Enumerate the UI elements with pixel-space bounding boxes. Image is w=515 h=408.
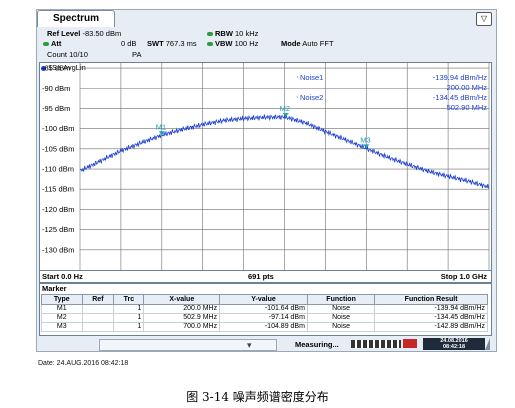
marker-label: M1 [156, 122, 166, 131]
cell-function: Noise [306, 322, 376, 332]
cell-function-result: -139.94 dBm/Hz [374, 304, 488, 314]
col-x-value: X-value [143, 294, 221, 305]
resize-grip-icon[interactable] [485, 338, 490, 350]
cell-y-value: -97.14 dBm [219, 313, 308, 323]
noise2-level: -134.45 dBm/Hz [432, 93, 487, 102]
marker-table-panel: Marker Type Ref Trc X-value Y-value Func… [39, 283, 492, 336]
col-y-value: Y-value [219, 294, 308, 305]
cell-x-value: 700.0 MHz [143, 322, 221, 332]
col-trc: Trc [113, 294, 145, 305]
cell-trc: 1 [113, 313, 145, 323]
noise1-level: -139.94 dBm/Hz [432, 73, 487, 82]
x-axis-footer: Start 0.0 Hz 691 pts Stop 1.0 GHz [39, 270, 492, 283]
stop-frequency: Stop 1.0 GHz [440, 272, 487, 281]
cell-function: Noise [306, 313, 376, 323]
cell-x-value: 200.0 MHz [143, 304, 221, 314]
marker-symbol [282, 113, 289, 118]
table-row[interactable]: M1 1 200.0 MHz -101.64 dBm Noise -139.94… [41, 304, 488, 314]
figure-caption: 图 3-14 噪声频谱密度分布 [186, 390, 329, 404]
noise2-name: Noise2 [300, 93, 324, 102]
marker-table-title: Marker [40, 284, 491, 294]
cell-ref [81, 313, 115, 323]
cell-y-value: -101.64 dBm [219, 304, 308, 314]
timestamp-box: 24.08.2016 08:42:18 [423, 338, 485, 350]
table-row[interactable]: M2 1 502.9 MHz -97.14 dBm Noise -134.45 … [41, 313, 488, 323]
cell-x-value: 502.9 MHz [143, 313, 221, 323]
sweep-points: 691 pts [248, 272, 274, 281]
y-tick-label: -85 dBm [42, 64, 70, 73]
noise2-freq: 502.90 MHz [446, 103, 487, 112]
cell-function-result: -142.89 dBm/Hz [374, 322, 488, 332]
noise1-name: Noise1 [300, 73, 324, 82]
timestamp-time: 08:42:18 [442, 344, 466, 350]
marker-label: M3 [360, 135, 370, 144]
y-tick-label: -130 dBm [42, 245, 75, 254]
measuring-status: Measuring... [295, 340, 339, 349]
y-tick-label: -95 dBm [42, 104, 70, 113]
y-tick-label: -120 dBm [42, 205, 75, 214]
y-tick-label: -105 dBm [42, 144, 75, 153]
y-tick-label: -110 dBm [42, 165, 74, 174]
col-ref: Ref [81, 294, 115, 305]
y-tick-label: -100 dBm [42, 124, 75, 133]
noise1-freq: 200.00 MHz [446, 83, 487, 92]
marker-label: M2 [280, 104, 290, 113]
col-function-result: Function Result [374, 294, 488, 305]
marker-table: Type Ref Trc X-value Y-value Function Fu… [41, 294, 488, 332]
cell-function: Noise [306, 304, 376, 314]
cell-trc: 1 [113, 322, 145, 332]
cell-type: M2 [41, 313, 83, 323]
cell-y-value: -104.89 dBm [219, 322, 308, 332]
status-bar: ▾ Measuring... 24.08.2016 08:42:18 [39, 337, 490, 351]
col-type: Type [41, 294, 83, 305]
y-tick-label: -90 dBm [42, 84, 70, 93]
cell-type: M3 [41, 322, 83, 332]
start-frequency: Start 0.0 Hz [42, 272, 83, 281]
col-function: Function [306, 294, 376, 305]
cell-ref [81, 322, 115, 332]
table-row[interactable]: M3 1 700.0 MHz -104.89 dBm Noise -142.89… [41, 322, 488, 332]
lxi-icon [403, 339, 417, 348]
cell-type: M1 [41, 304, 83, 314]
date-line: Date: 24.AUG.2016 08:42:18 [38, 360, 129, 367]
marker-symbol [363, 144, 370, 149]
marker-table-header: Type Ref Trc X-value Y-value Function Fu… [41, 294, 488, 305]
cell-ref [81, 304, 115, 314]
y-tick-label: -125 dBm [42, 225, 75, 234]
progress-bar [351, 340, 401, 348]
y-tick-label: -115 dBm [42, 185, 74, 194]
cell-function-result: -134.45 dBm/Hz [374, 313, 488, 323]
cell-trc: 1 [113, 304, 145, 314]
expand-icon[interactable]: ▾ [247, 340, 252, 351]
